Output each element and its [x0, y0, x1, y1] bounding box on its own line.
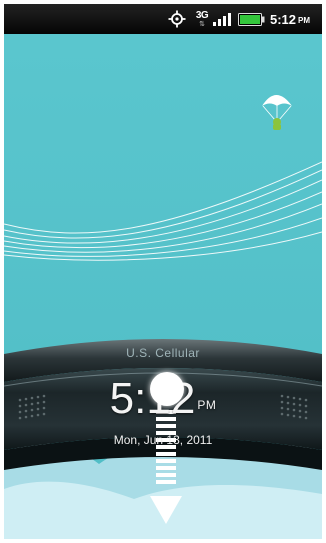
status-bar: 3G ⇅ 5:12 PM — [4, 4, 322, 34]
status-ampm: PM — [298, 16, 311, 25]
status-clock: 5:12 PM — [270, 4, 322, 34]
3g-icon: 3G ⇅ — [193, 4, 211, 34]
carrier-label: U.S. Cellular — [126, 346, 200, 360]
lock-date: Mon, Jun 13, 2011 — [113, 433, 213, 447]
signal-icon — [212, 4, 234, 34]
battery-icon — [238, 4, 266, 34]
network-activity-arrows: ⇅ — [199, 20, 205, 28]
lock-ampm: PM — [197, 398, 217, 412]
gps-icon — [168, 4, 188, 34]
status-time: 5:12 — [270, 11, 297, 27]
network-type-label: 3G — [195, 9, 209, 21]
wallpaper — [4, 34, 322, 539]
unlock-handle[interactable] — [150, 372, 184, 406]
phone-screen: 3G ⇅ 5:12 PM U.S. Cellular PM Mon, Jun 1… — [4, 4, 322, 539]
